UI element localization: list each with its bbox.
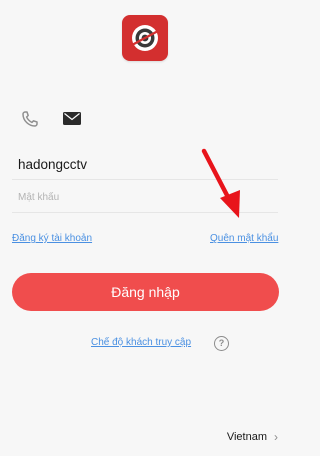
region-selector[interactable]: Vietnam › bbox=[227, 430, 278, 444]
forgot-password-link[interactable]: Quên mật khẩu bbox=[210, 233, 278, 244]
phone-icon bbox=[22, 111, 38, 127]
envelope-icon bbox=[63, 112, 81, 125]
region-label: Vietnam bbox=[226, 431, 267, 443]
annotation-arrow-icon bbox=[201, 148, 240, 218]
login-button[interactable]: Đăng nhập bbox=[12, 273, 279, 311]
phone-login-tab[interactable] bbox=[21, 110, 41, 128]
help-icon[interactable]: ? bbox=[214, 336, 229, 351]
guest-mode-link[interactable]: Chế độ khách truy cập bbox=[91, 337, 191, 348]
chevron-right-icon: › bbox=[274, 430, 278, 444]
email-login-tab[interactable] bbox=[62, 110, 82, 128]
register-link[interactable]: Đăng ký tài khoản bbox=[12, 233, 92, 244]
camera-lens-icon bbox=[131, 25, 159, 51]
app-logo bbox=[122, 15, 168, 61]
